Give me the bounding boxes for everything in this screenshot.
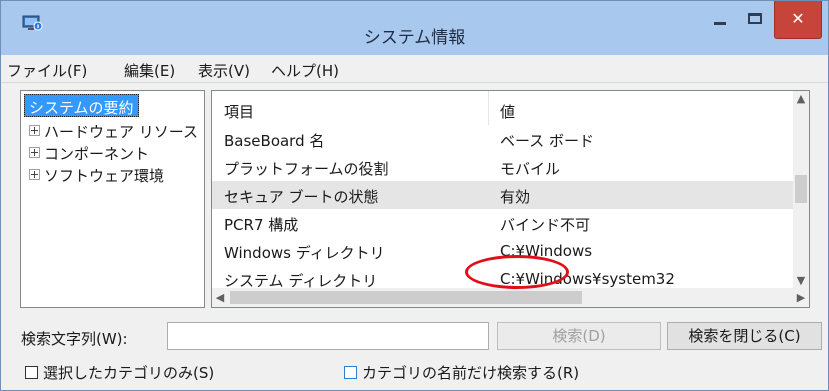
selected-category-only-checkbox[interactable]: 選択したカテゴリのみ(S) bbox=[25, 362, 214, 383]
search-button[interactable]: 検索(D) bbox=[497, 322, 661, 350]
search-input[interactable] bbox=[167, 322, 489, 350]
row-item: プラットフォームの役割 bbox=[224, 160, 389, 178]
title-bar[interactable]: システム情報 ✕ bbox=[1, 1, 828, 55]
tree-item-label: ソフトウェア環境 bbox=[44, 167, 165, 185]
menu-file[interactable]: ファイル(F) bbox=[7, 60, 87, 81]
category-tree[interactable]: システムの要約 ハードウェア リソース コンポーネント ソフトウェア環境 bbox=[20, 90, 205, 308]
horizontal-scrollbar[interactable]: ◀ ▶ bbox=[212, 288, 809, 307]
tree-item-label: ハードウェア リソース bbox=[44, 123, 199, 141]
close-icon: ✕ bbox=[791, 9, 805, 28]
tree-item-system-summary[interactable]: システムの要約 bbox=[24, 94, 139, 117]
system-information-window: システム情報 ✕ ファイル(F) 編集(E) 表示(V) ヘルプ(H) システム… bbox=[0, 0, 829, 391]
table-row[interactable]: プラットフォームの役割 モバイル bbox=[212, 153, 795, 181]
row-item: PCR7 構成 bbox=[224, 216, 299, 234]
vertical-scrollbar[interactable]: ▲ ▼ bbox=[793, 91, 809, 289]
row-item: セキュア ブートの状態 bbox=[224, 188, 379, 206]
tree-item-hardware-resources[interactable]: ハードウェア リソース bbox=[29, 121, 198, 142]
tree-item-components[interactable]: コンポーネント bbox=[29, 143, 149, 164]
checkbox-box[interactable] bbox=[344, 366, 357, 379]
row-item: システム ディレクトリ bbox=[224, 272, 378, 289]
column-separator[interactable] bbox=[488, 91, 489, 125]
table-row[interactable]: PCR7 構成 バインド不可 bbox=[212, 209, 795, 237]
row-value: ベース ボード bbox=[500, 132, 595, 150]
tree-item-label: コンポーネント bbox=[44, 145, 150, 163]
row-value: 有効 bbox=[500, 188, 531, 206]
checkbox-label: 選択したカテゴリのみ(S) bbox=[43, 364, 215, 382]
menu-view[interactable]: 表示(V) bbox=[198, 60, 250, 81]
row-item: BaseBoard 名 bbox=[224, 132, 325, 150]
expand-icon[interactable] bbox=[29, 147, 40, 158]
minimize-button[interactable] bbox=[702, 1, 738, 39]
close-search-button[interactable]: 検索を閉じる(C) bbox=[667, 322, 822, 350]
row-value: バインド不可 bbox=[500, 216, 591, 234]
search-label: 検索文字列(W): bbox=[21, 330, 128, 348]
maximize-icon bbox=[748, 13, 762, 24]
minimize-icon bbox=[714, 22, 726, 25]
column-header-item[interactable]: 項目 bbox=[224, 101, 254, 122]
tree-item-software-environment[interactable]: ソフトウェア環境 bbox=[29, 165, 164, 186]
main-content: システムの要約 ハードウェア リソース コンポーネント ソフトウェア環境 項目 … bbox=[1, 83, 828, 390]
expand-icon[interactable] bbox=[29, 169, 40, 180]
vertical-scroll-thumb[interactable] bbox=[795, 175, 807, 203]
scroll-up-icon[interactable]: ▲ bbox=[793, 91, 809, 107]
scroll-right-icon[interactable]: ▶ bbox=[793, 288, 809, 307]
close-button[interactable]: ✕ bbox=[774, 1, 822, 39]
scroll-down-icon[interactable]: ▼ bbox=[793, 273, 809, 289]
row-value: モバイル bbox=[500, 160, 561, 178]
row-item: Windows ディレクトリ bbox=[224, 244, 385, 262]
category-names-only-checkbox[interactable]: カテゴリの名前だけ検索する(R) bbox=[344, 362, 579, 383]
menu-help[interactable]: ヘルプ(H) bbox=[271, 60, 339, 81]
scroll-left-icon[interactable]: ◀ bbox=[212, 288, 228, 307]
annotation-circle bbox=[465, 255, 569, 289]
horizontal-scroll-thumb[interactable] bbox=[230, 291, 582, 304]
checkbox-label: カテゴリの名前だけ検索する(R) bbox=[362, 364, 580, 382]
menu-bar: ファイル(F) 編集(E) 表示(V) ヘルプ(H) bbox=[1, 55, 828, 83]
menu-edit[interactable]: 編集(E) bbox=[124, 60, 175, 81]
expand-icon[interactable] bbox=[29, 125, 40, 136]
table-row-selected[interactable]: セキュア ブートの状態 有効 bbox=[212, 181, 795, 209]
maximize-button[interactable] bbox=[738, 1, 774, 39]
checkbox-box[interactable] bbox=[25, 366, 38, 379]
column-header-value[interactable]: 値 bbox=[500, 101, 515, 122]
table-row[interactable]: BaseBoard 名 ベース ボード bbox=[212, 125, 795, 153]
